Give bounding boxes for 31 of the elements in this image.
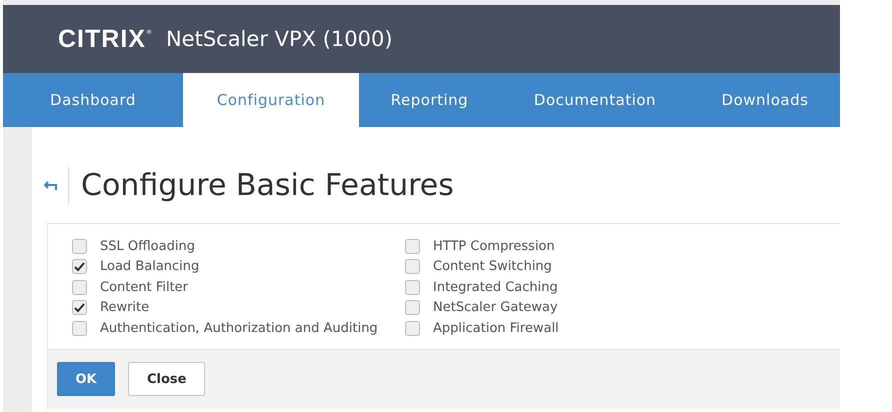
checkbox-label: Content Filter	[100, 280, 188, 295]
checkbox[interactable]	[72, 320, 87, 336]
checkbox[interactable]	[72, 238, 87, 254]
checkbox-label: HTTP Compression	[433, 238, 555, 254]
checkbox-label: Rewrite	[100, 300, 150, 316]
ok-button[interactable]: OK	[57, 362, 115, 396]
checkbox[interactable]	[405, 320, 420, 336]
close-button[interactable]: Close	[128, 362, 206, 396]
page-title: Configure Basic Features	[68, 167, 454, 205]
nav-tab[interactable]: Downloads	[690, 73, 840, 127]
checkbox-label: Load Balancing	[100, 259, 200, 274]
nav-tab[interactable]: Documentation	[500, 73, 690, 127]
nav-tab[interactable]: Configuration	[183, 73, 359, 127]
checkbox[interactable]	[405, 259, 420, 274]
back-icon[interactable]	[44, 181, 58, 191]
checkbox-label: Content Switching	[433, 259, 552, 274]
checkbox[interactable]	[72, 300, 87, 316]
checkbox[interactable]	[405, 280, 420, 295]
nav-tab[interactable]: Dashboard	[3, 73, 183, 127]
checkbox[interactable]	[72, 259, 87, 274]
checkbox-label: Authentication, Authorization and Auditing	[100, 320, 378, 336]
checkbox-label: Integrated Caching	[433, 280, 558, 295]
checkbox-label: Application Firewall	[433, 320, 559, 336]
checkbox-label: SSL Offloading	[100, 238, 195, 254]
checkbox[interactable]	[405, 238, 420, 254]
logo: CITRIX	[58, 24, 146, 54]
checkbox[interactable]	[405, 300, 420, 316]
nav-tab[interactable]: Reporting	[359, 73, 500, 127]
checkbox[interactable]	[72, 280, 87, 295]
checkbox-label: NetScaler Gateway	[433, 300, 558, 316]
product-name: NetScaler VPX (1000)	[166, 27, 393, 51]
